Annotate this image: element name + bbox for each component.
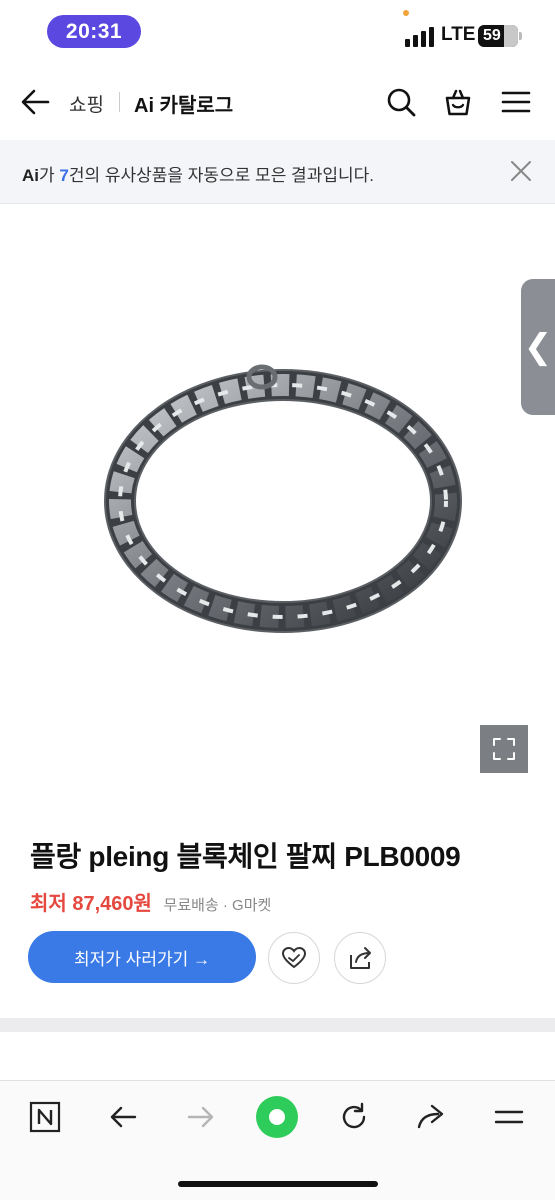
price-line: 최저 87,460원 무료배송 · G마켓 (30, 887, 271, 916)
product-title: 플랑 pleing 블록체인 팔찌 PLB0009 (30, 841, 461, 872)
price-label: 최저 (30, 893, 67, 915)
ai-banner-after: 건의 유사상품을 자동으로 모은 결과입니다. (68, 166, 374, 185)
lowest-price: 87,460원 (72, 893, 152, 915)
ai-banner-text: Ai가 7건의 유사상품을 자동으로 모은 결과입니다. (22, 161, 374, 186)
expand-icon[interactable] (480, 725, 528, 773)
status-bar: 20:31 LTE 59 (0, 0, 555, 64)
buy-lowest-price-button[interactable]: 최저가 사러가기 → (28, 931, 256, 983)
back-icon[interactable] (104, 1098, 142, 1136)
side-panel-tab[interactable]: ❮ (521, 279, 555, 415)
share-icon (350, 947, 371, 969)
close-icon[interactable] (509, 159, 533, 183)
page-title: Ai 카탈로그 (134, 95, 234, 117)
wishlist-button[interactable] (268, 932, 320, 984)
breadcrumb-shopping[interactable]: 쇼핑 (69, 90, 104, 117)
green-dot-icon[interactable] (255, 1095, 299, 1139)
forward-icon[interactable] (182, 1098, 220, 1136)
bracelet-image (104, 364, 462, 633)
menu-icon[interactable] (500, 86, 532, 118)
header: 쇼핑 Ai 카탈로그 (0, 64, 555, 140)
ai-banner: Ai가 7건의 유사상품을 자동으로 모은 결과입니다. (0, 140, 555, 204)
product-image[interactable] (0, 205, 555, 805)
menu-icon[interactable] (490, 1098, 528, 1136)
section-divider (0, 1018, 555, 1032)
share-button[interactable] (334, 932, 386, 984)
refresh-icon[interactable] (335, 1098, 373, 1136)
ai-mark: Ai (22, 166, 39, 185)
search-icon[interactable] (385, 86, 417, 118)
status-time: 20:31 (47, 15, 141, 48)
network-type: LTE (441, 24, 476, 45)
heart-icon (281, 946, 307, 969)
ai-banner-before: 가 (39, 166, 60, 185)
privacy-dot (403, 10, 409, 16)
back-arrow-icon[interactable] (18, 84, 54, 120)
breadcrumb-divider (119, 92, 120, 112)
shopping-bag-icon[interactable] (442, 86, 474, 118)
battery-level: 59 (483, 27, 501, 44)
home-indicator[interactable] (178, 1181, 378, 1187)
shipping-info: 무료배송 · G마켓 (163, 897, 272, 914)
similar-count: 7 (59, 166, 69, 185)
naver-n-icon[interactable] (26, 1098, 64, 1136)
share-icon[interactable] (412, 1098, 450, 1136)
cell-signal-icon (405, 27, 437, 47)
battery-icon: 59 (478, 25, 522, 47)
